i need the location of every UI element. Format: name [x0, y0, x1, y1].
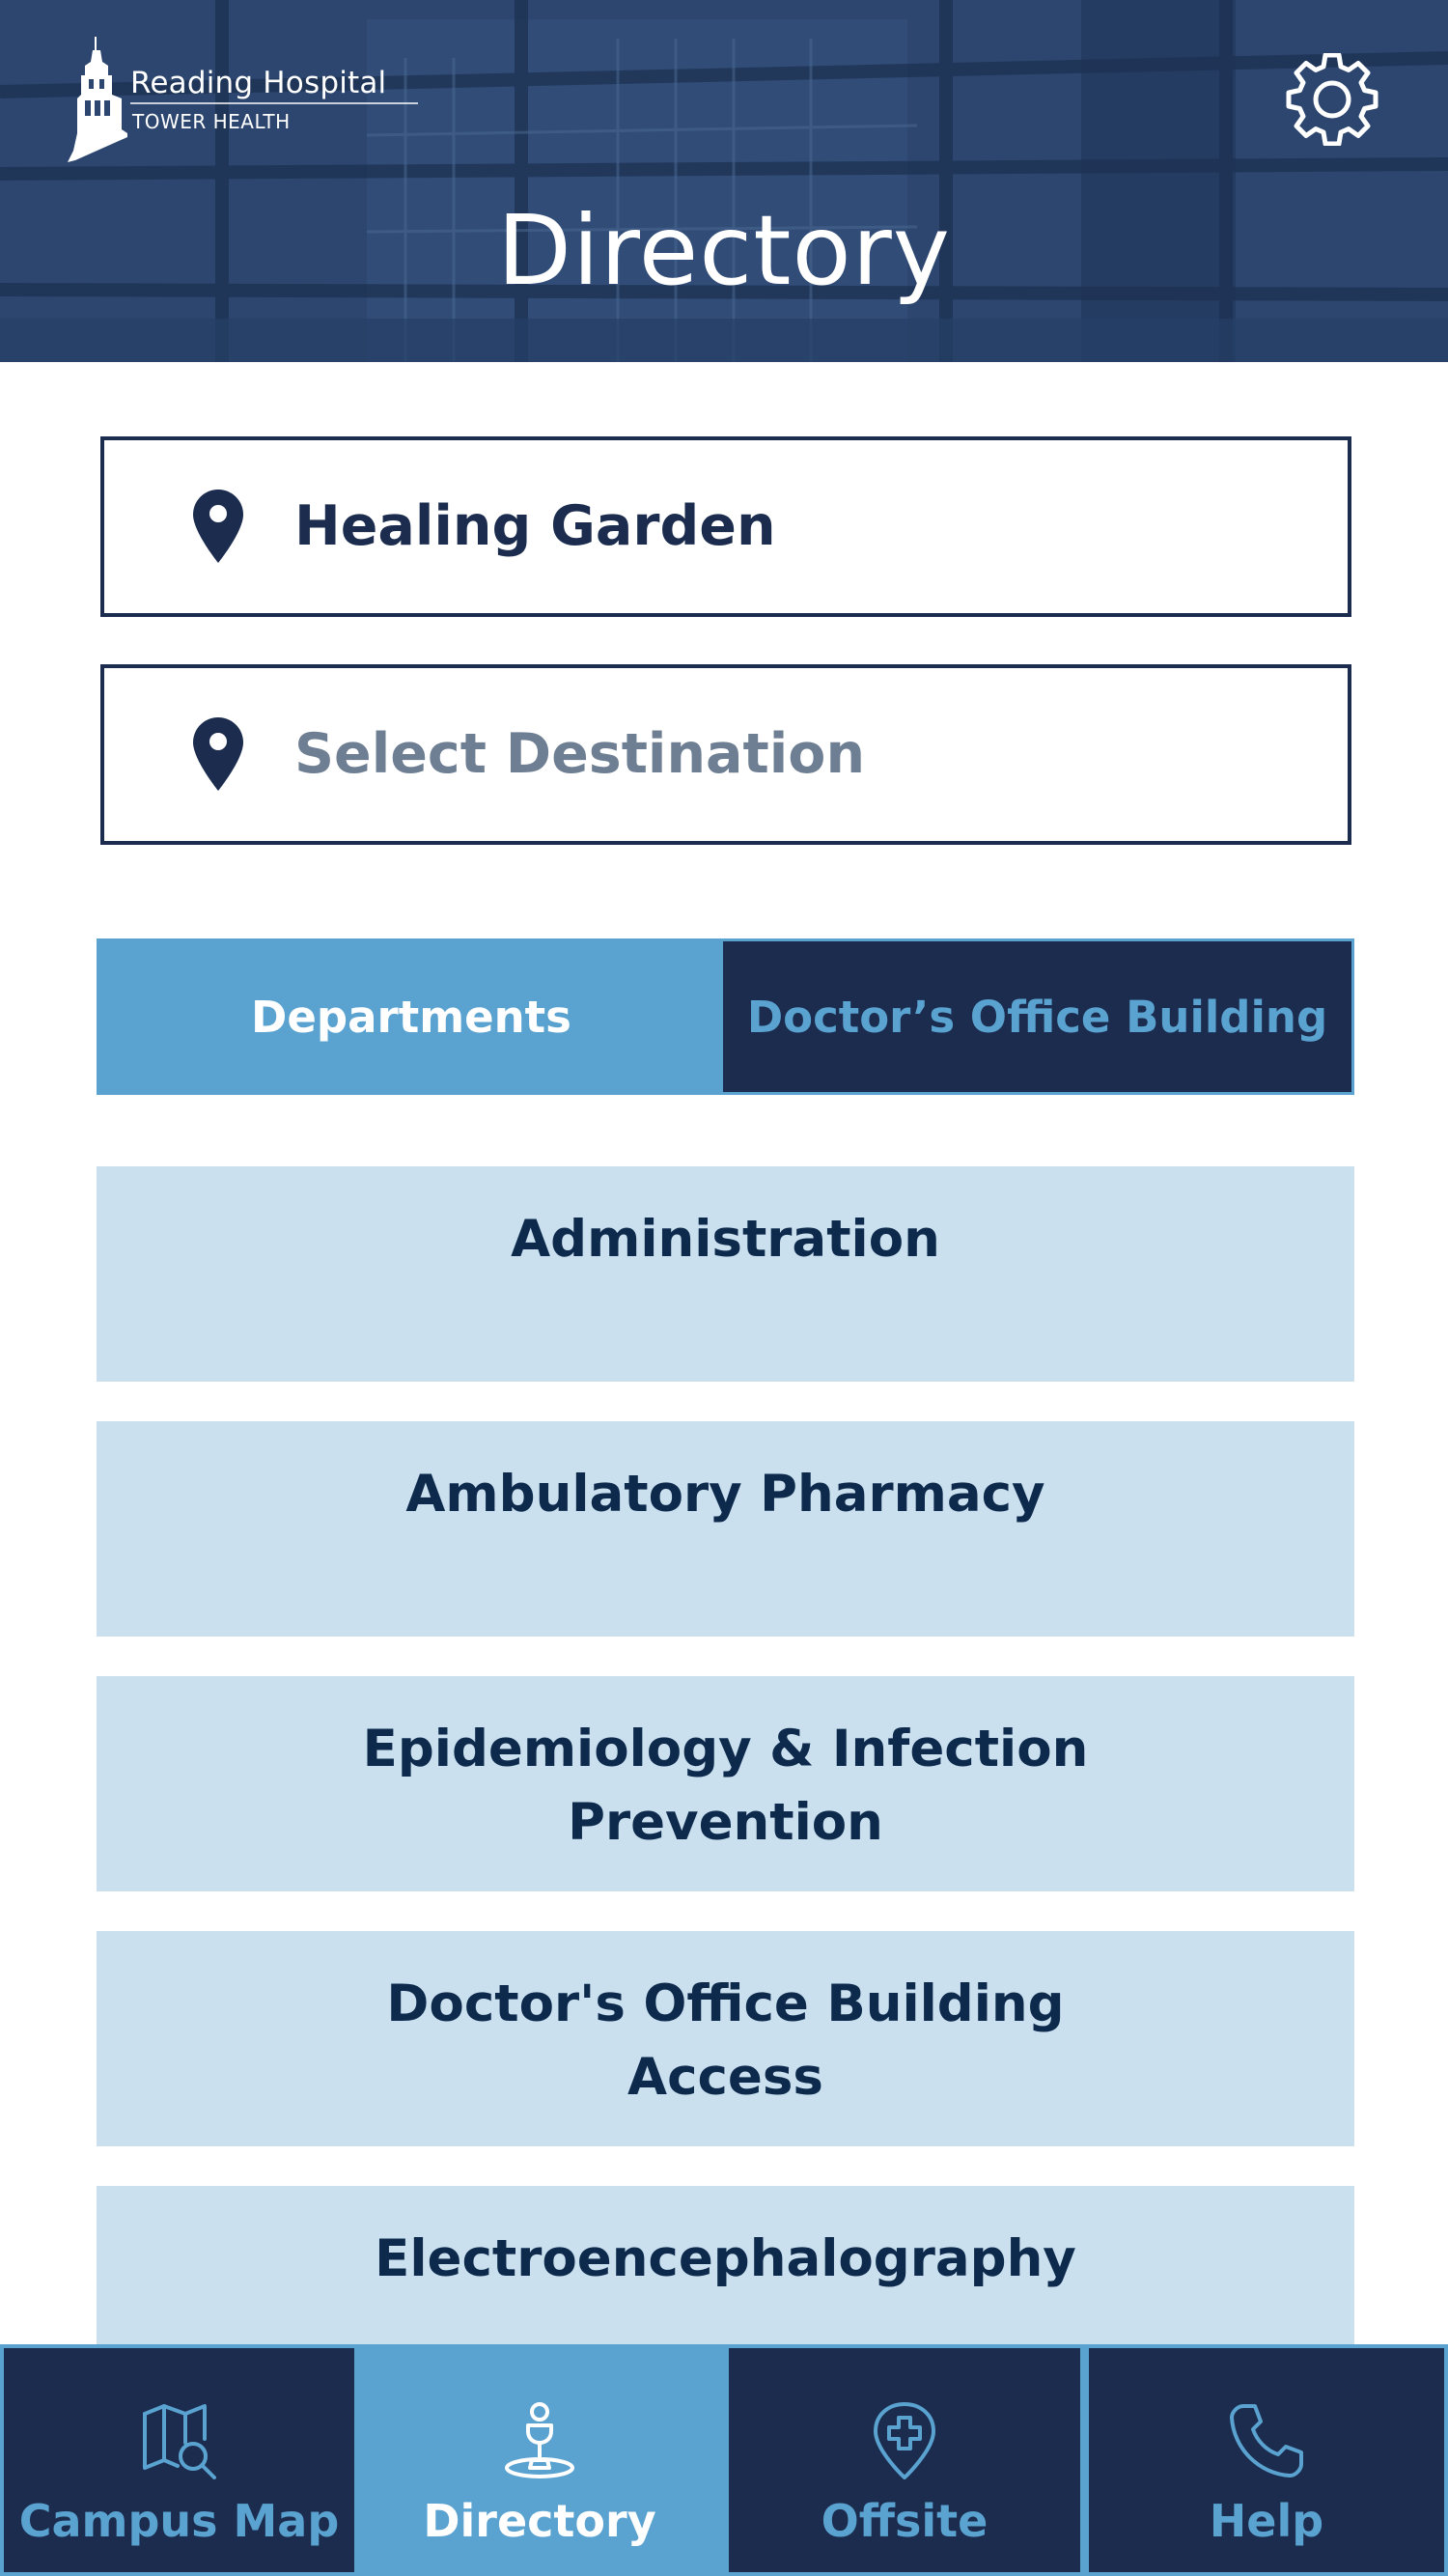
- bottom-navigation: Campus Map Directory Offsite Help: [0, 2344, 1448, 2576]
- logo-subtitle: TOWER HEALTH: [132, 110, 291, 133]
- list-item-dob-access[interactable]: Doctor's Office Building Access: [97, 1931, 1354, 2146]
- map-pin-icon: [193, 717, 243, 791]
- list-item-label: Doctor's Office Building Access: [386, 1974, 1065, 2107]
- list-item-ambulatory-pharmacy[interactable]: Ambulatory Pharmacy: [97, 1421, 1354, 1637]
- page-title: Directory: [497, 194, 951, 307]
- map-pin-icon: [193, 490, 243, 563]
- starting-location-value: Healing Garden: [294, 494, 776, 558]
- logo-name: Reading Hospital: [130, 66, 387, 100]
- nav-label: Help: [1209, 2495, 1324, 2547]
- nav-campus-map[interactable]: Campus Map: [4, 2348, 354, 2572]
- nav-label: Offsite: [821, 2495, 989, 2547]
- settings-button[interactable]: [1286, 52, 1378, 147]
- header-banner: Reading Hospital TOWER HEALTH Directory: [0, 0, 1448, 362]
- nav-offsite[interactable]: Offsite: [729, 2348, 1080, 2572]
- reading-hospital-logo: Reading Hospital TOWER HEALTH: [68, 37, 418, 162]
- destination-field[interactable]: Select Destination: [100, 664, 1351, 845]
- list-item-label: Ambulatory Pharmacy: [405, 1465, 1045, 1524]
- list-item-label: Electroencephalography: [375, 2229, 1076, 2288]
- nav-directory[interactable]: Directory: [354, 2348, 725, 2572]
- logo-divider: [130, 102, 418, 104]
- medical-pin-icon: [874, 2402, 935, 2479]
- list-item-label: Administration: [511, 1210, 940, 1269]
- nav-label: Directory: [423, 2495, 656, 2547]
- nav-help[interactable]: Help: [1089, 2348, 1444, 2572]
- directory-tabs: Departments Doctor’s Office Building: [97, 938, 1354, 1095]
- phone-icon: [1230, 2404, 1303, 2478]
- destination-placeholder: Select Destination: [294, 722, 866, 786]
- map-search-icon: [142, 2404, 216, 2479]
- tab-doctors-office-building[interactable]: Doctor’s Office Building: [723, 941, 1351, 1092]
- directory-kiosk-icon: [505, 2402, 574, 2478]
- gear-icon: [1286, 52, 1378, 147]
- list-item-label: Epidemiology & Infection Prevention: [362, 1720, 1089, 1852]
- tower-icon: [68, 37, 127, 162]
- list-item-epidemiology[interactable]: Epidemiology & Infection Prevention: [97, 1676, 1354, 1891]
- tab-departments[interactable]: Departments: [99, 941, 723, 1092]
- starting-location-field[interactable]: Healing Garden: [100, 436, 1351, 617]
- list-item-administration[interactable]: Administration: [97, 1166, 1354, 1382]
- department-list: Administration Ambulatory Pharmacy Epide…: [97, 1166, 1354, 2344]
- list-item-electroencephalography[interactable]: Electroencephalography: [97, 2186, 1354, 2344]
- nav-label: Campus Map: [18, 2495, 340, 2547]
